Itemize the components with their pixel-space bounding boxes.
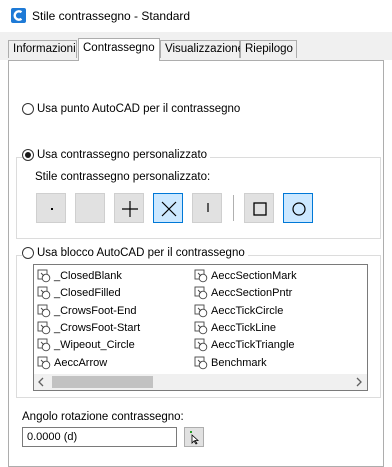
block-icon bbox=[37, 321, 51, 335]
block-name: AeccTickTriangle bbox=[211, 339, 295, 352]
block-icon bbox=[194, 304, 208, 317]
block-name: AeccTickLine bbox=[211, 321, 277, 334]
style-dot-button[interactable] bbox=[36, 193, 66, 223]
block-icon bbox=[37, 286, 51, 300]
block-name: _ClosedFilled bbox=[54, 287, 121, 300]
block-icon bbox=[37, 338, 51, 352]
block-name: _ClosedBlank bbox=[54, 270, 122, 282]
block-list-item[interactable]: _Wipeout_Circle bbox=[37, 337, 135, 353]
block-list-item[interactable]: _ClosedFilled bbox=[37, 285, 121, 301]
block-icon bbox=[37, 356, 51, 369]
tab-riepilogo[interactable]: Riepilogo bbox=[240, 40, 297, 58]
block-name: Benchmark bbox=[211, 356, 267, 369]
scroll-thumb[interactable] bbox=[52, 376, 153, 388]
style-none-button[interactable] bbox=[75, 193, 105, 223]
block-list-item[interactable]: _ClosedBlank bbox=[37, 268, 122, 284]
button-separator bbox=[233, 195, 234, 221]
custom-style-label: Stile contrassegno personalizzato: bbox=[35, 171, 211, 183]
plus-icon bbox=[122, 201, 138, 217]
radio-label: Usa contrassegno personalizzato bbox=[37, 149, 208, 161]
x-icon bbox=[161, 201, 177, 217]
pick-angle-button[interactable] bbox=[184, 427, 204, 447]
style-plus-button[interactable] bbox=[114, 193, 144, 223]
block-icon bbox=[37, 269, 51, 283]
block-name: _CrowsFoot-End bbox=[54, 304, 137, 317]
block-icon bbox=[194, 338, 208, 352]
block-list-item[interactable]: AeccSectionMark bbox=[194, 268, 297, 284]
block-icon bbox=[37, 304, 51, 317]
block-name: AeccSectionMark bbox=[211, 270, 297, 282]
block-list-item[interactable]: AeccSectionPntr bbox=[194, 285, 292, 301]
scroll-right-arrow-icon[interactable] bbox=[354, 377, 364, 390]
radio-label: Usa punto AutoCAD per il contrassegno bbox=[37, 103, 241, 115]
block-name: _CrowsFoot-Start bbox=[54, 321, 141, 334]
radio-use-autocad-block[interactable]: Usa blocco AutoCAD per il contrassegno bbox=[22, 247, 248, 259]
block-icon bbox=[194, 356, 208, 369]
radio-circle[interactable] bbox=[22, 103, 34, 115]
tab-label: Contrassegno bbox=[83, 42, 155, 54]
style-x-button[interactable] bbox=[153, 193, 183, 223]
radio-use-custom[interactable]: Usa contrassegno personalizzato bbox=[22, 149, 211, 161]
radio-circle-checked[interactable] bbox=[22, 149, 34, 161]
radio-label: Usa blocco AutoCAD per il contrassegno bbox=[37, 247, 245, 259]
block-name: _Wipeout_Circle bbox=[54, 339, 135, 352]
rotation-label: Angolo rotazione contrassegno: bbox=[22, 411, 184, 423]
dot-icon bbox=[51, 208, 53, 210]
block-icon bbox=[194, 286, 208, 300]
tab-contrassegno[interactable]: Contrassegno bbox=[78, 38, 160, 61]
block-icon bbox=[194, 321, 208, 335]
tab-label: Informazioni bbox=[13, 43, 76, 55]
square-icon bbox=[253, 202, 267, 216]
block-list-item[interactable]: Benchmark bbox=[194, 355, 267, 371]
block-name: AeccSectionPntr bbox=[211, 287, 293, 300]
style-square-button[interactable] bbox=[244, 193, 274, 223]
tab-label: Riepilogo bbox=[245, 43, 293, 55]
tab-informazioni[interactable]: Informazioni bbox=[8, 40, 77, 58]
style-circle-button[interactable] bbox=[283, 193, 313, 223]
radio-circle[interactable] bbox=[22, 247, 34, 259]
block-list-item[interactable]: AeccTickLine bbox=[194, 320, 276, 336]
tab-visualizzazione[interactable]: Visualizzazione bbox=[160, 40, 244, 58]
block-list-item[interactable]: AeccTickTriangle bbox=[194, 337, 295, 353]
block-list-item[interactable]: AeccTickCircle bbox=[194, 303, 283, 319]
rotation-angle-input[interactable]: 0.0000 (d) bbox=[22, 427, 177, 447]
block-name: AeccTickCircle bbox=[211, 304, 284, 317]
style-tick-button[interactable] bbox=[192, 193, 222, 223]
window-title: Stile contrassegno - Standard bbox=[32, 9, 191, 23]
pick-cursor-icon bbox=[190, 431, 200, 445]
circle-icon bbox=[292, 202, 306, 216]
radio-use-autocad-point[interactable]: Usa punto AutoCAD per il contrassegno bbox=[22, 103, 240, 115]
tick-icon bbox=[207, 203, 209, 212]
block-name: AeccArrow bbox=[54, 356, 108, 369]
block-list-item[interactable]: AeccArrow bbox=[37, 355, 107, 371]
block-list-item[interactable]: _CrowsFoot-End bbox=[37, 303, 137, 319]
scroll-left-arrow-icon[interactable] bbox=[36, 377, 46, 390]
block-icon bbox=[194, 269, 208, 283]
block-list-item[interactable]: _CrowsFoot-Start bbox=[37, 320, 140, 336]
tab-label: Visualizzazione bbox=[165, 43, 245, 55]
autocad-app-icon bbox=[11, 8, 26, 23]
